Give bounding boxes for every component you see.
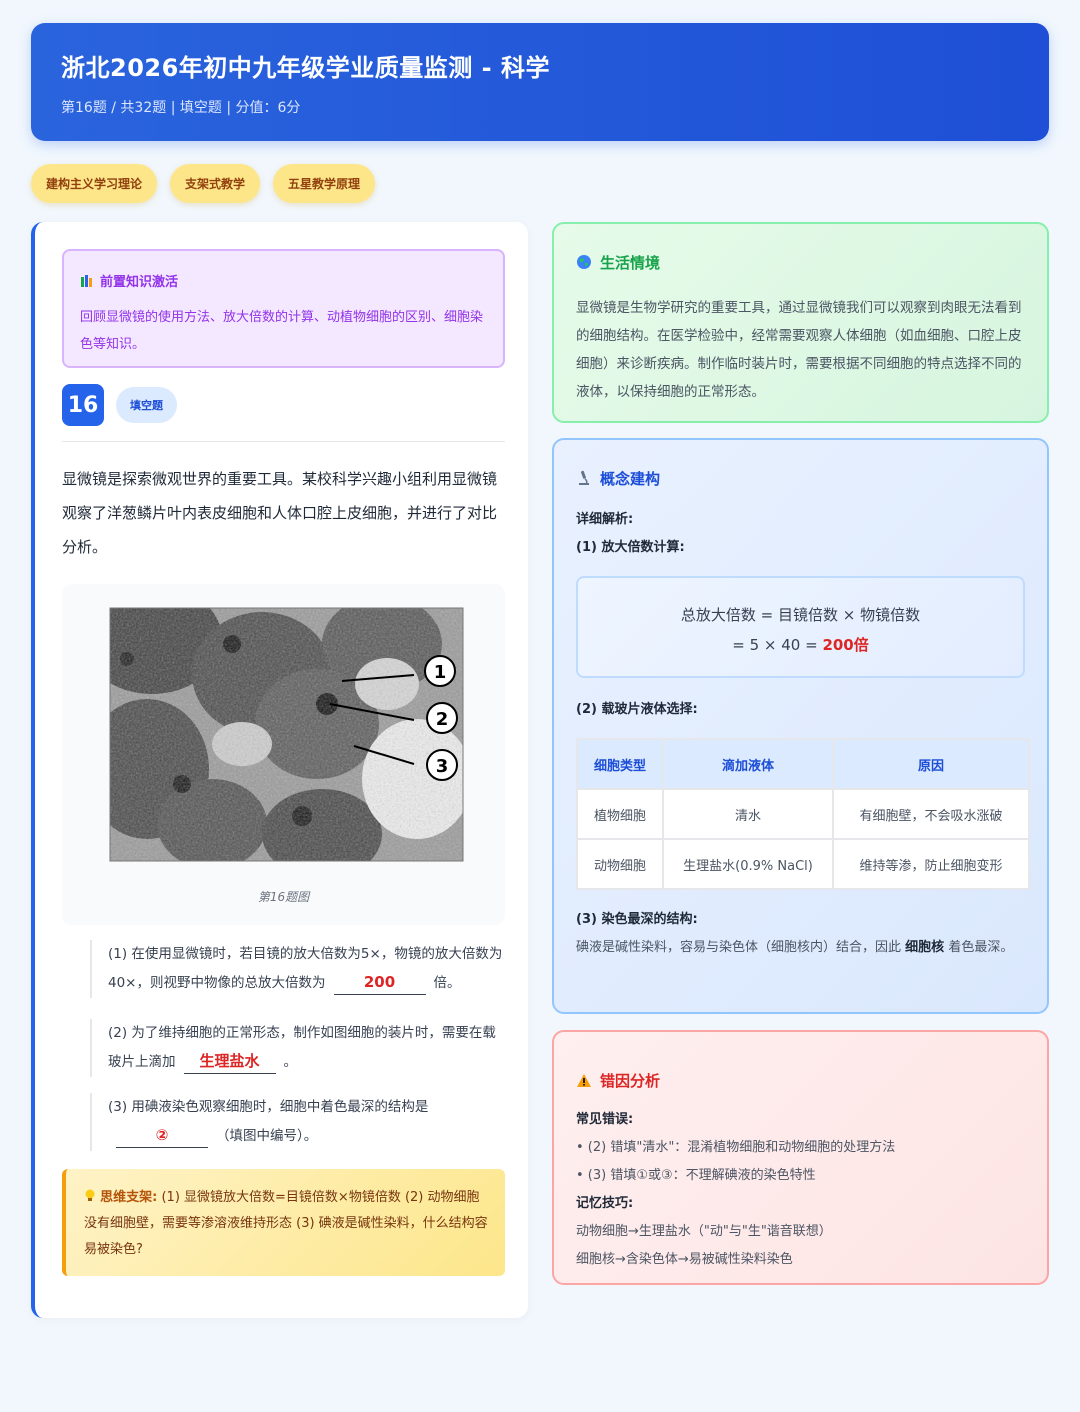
thinking-scaffold-tip: 思维支架: (1) 显微镜放大倍数=目镜倍数×物镜倍数 (2) 动物细胞没有细胞…	[62, 1169, 505, 1276]
lightbulb-icon	[84, 1189, 100, 1205]
table-row: 动物细胞 生理盐水(0.9% NaCl) 维持等渗，防止细胞变形	[578, 840, 1028, 888]
answer-blank-3[interactable]: ②	[116, 1123, 208, 1148]
list-item: 细胞核→含染色体→易被碱性染料染色	[576, 1252, 793, 1267]
tag-five-star: 五星教学原理	[273, 164, 376, 203]
tip-label: 思维支架:	[100, 1190, 158, 1205]
list-item: 动物细胞→生理盐水（"动"与"生"谐音联想）	[576, 1224, 832, 1239]
table-cell: 维持等渗，防止细胞变形	[834, 840, 1028, 888]
sub-question-2: (2) 为了维持细胞的正常形态，制作如图细胞的装片时，需要在载玻片上滴加 生理盐水…	[90, 1019, 505, 1077]
life-text: 显微镜是生物学研究的重要工具，通过显微镜我们可以观察到肉眼无法看到的细胞结构。在…	[576, 300, 1022, 400]
part3-text: 碘液是碱性染料，容易与染色体（细胞核内）结合，因此 细胞核 着色最深。	[576, 940, 1014, 955]
tag-scaffolding: 支架式教学	[170, 164, 261, 203]
list-item: • (3) 错填①或③：不理解碘液的染色特性	[576, 1168, 816, 1183]
tag-constructivism: 建构主义学习理论	[31, 164, 158, 203]
part2-label: (2) 载玻片液体选择:	[576, 702, 698, 717]
question-stem: 显微镜是探索微观世界的重要工具。某校科学兴趣小组利用显微镜观察了洋葱鳞片叶内表皮…	[62, 470, 498, 556]
life-title: 生活情境	[600, 253, 661, 272]
list-item: • (2) 错填"清水"：混淆植物细胞和动物细胞的处理方法	[576, 1140, 896, 1155]
table-header: 细胞类型	[578, 740, 662, 788]
warning-icon	[576, 1073, 592, 1088]
prior-text: 回顾显微镜的使用方法、放大倍数的计算、动植物细胞的区别、细胞染色等知识。	[80, 310, 484, 352]
svg-text:1: 1	[434, 662, 447, 683]
question-header: 16 填空题	[62, 384, 505, 442]
sub-question-3-text: (3) 用碘液染色观察细胞时，细胞中着色最深的结构是	[108, 1099, 429, 1115]
microscope-icon	[576, 470, 592, 486]
concept-card: 概念建构 详细解析: (1) 放大倍数计算: 总放大倍数 = 目镜倍数 × 物镜…	[552, 438, 1049, 1014]
globe-icon	[576, 254, 592, 270]
formula-box: 总放大倍数 = 目镜倍数 × 物镜倍数 = 5 × 40 = 200倍	[576, 576, 1025, 678]
page-subtitle: 第16题 / 共32题 | 填空题 | 分值：6分	[61, 100, 301, 116]
life-context-card: 生活情境 显微镜是生物学研究的重要工具，通过显微镜我们可以观察到肉眼无法看到的细…	[552, 222, 1049, 423]
books-icon	[80, 274, 94, 288]
formula-line-2: = 5 × 40 = 200倍	[732, 636, 869, 654]
sub-question-2-text: (2) 为了维持细胞的正常形态，制作如图细胞的装片时，需要在载玻片上滴加	[108, 1025, 496, 1070]
table-cell: 生理盐水(0.9% NaCl)	[664, 840, 832, 888]
question-number: 16	[62, 384, 104, 426]
svg-text:3: 3	[436, 756, 449, 777]
detail-label: 详细解析:	[576, 512, 634, 527]
table-cell: 植物细胞	[578, 790, 662, 838]
table-cell: 动物细胞	[578, 840, 662, 888]
error-analysis-card: 错因分析 常见错误: • (2) 错填"清水"：混淆植物细胞和动物细胞的处理方法…	[552, 1030, 1049, 1285]
prior-knowledge-box: 前置知识激活 回顾显微镜的使用方法、放大倍数的计算、动植物细胞的区别、细胞染色等…	[62, 249, 505, 368]
part3-label: (3) 染色最深的结构:	[576, 912, 698, 927]
answer-blank-1[interactable]: 200	[333, 970, 426, 995]
question-type-badge: 填空题	[116, 387, 177, 423]
table-row: 植物细胞 清水 有细胞壁，不会吸水涨破	[578, 790, 1028, 838]
nucleus-bold: 细胞核	[905, 940, 945, 955]
formula-line-1: 总放大倍数 = 目镜倍数 × 物镜倍数	[680, 606, 921, 624]
memory-tips-label: 记忆技巧:	[576, 1196, 634, 1211]
table-cell: 有细胞壁，不会吸水涨破	[834, 790, 1028, 838]
page-header: 浙北2026年初中九年级学业质量监测 - 科学 第16题 / 共32题 | 填空…	[31, 23, 1049, 141]
cell-micrograph: 1 2 3	[109, 607, 464, 862]
table-header-row: 细胞类型 滴加液体 原因	[578, 740, 1028, 788]
question-card: 前置知识激活 回顾显微镜的使用方法、放大倍数的计算、动植物细胞的区别、细胞染色等…	[31, 222, 528, 1318]
error-title: 错因分析	[600, 1071, 661, 1090]
page-title: 浙北2026年初中九年级学业质量监测 - 科学	[61, 54, 550, 82]
svg-text:2: 2	[436, 709, 449, 730]
answer-blank-2[interactable]: 生理盐水	[183, 1049, 276, 1074]
figure-caption: 第16题图	[257, 890, 310, 904]
concept-title: 概念建构	[600, 469, 661, 488]
table-header: 原因	[834, 740, 1028, 788]
formula-result: 200倍	[822, 636, 869, 654]
sub-question-1: (1) 在使用显微镜时，若目镜的放大倍数为5×，物镜的放大倍数为40×，则视野中…	[90, 940, 505, 998]
figure-box: 1 2 3 第16题图	[62, 584, 505, 925]
tag-list: 建构主义学习理论 支架式教学 五星教学原理	[31, 164, 376, 203]
common-errors-label: 常见错误:	[576, 1112, 634, 1127]
table-header: 滴加液体	[664, 740, 832, 788]
prior-title: 前置知识激活	[100, 275, 179, 290]
liquid-table: 细胞类型 滴加液体 原因 植物细胞 清水 有细胞壁，不会吸水涨破 动物细胞 生理…	[576, 738, 1030, 890]
sub-question-3: (3) 用碘液染色观察细胞时，细胞中着色最深的结构是 ② （填图中编号）。	[90, 1093, 505, 1151]
table-cell: 清水	[664, 790, 832, 838]
part1-label: (1) 放大倍数计算:	[576, 540, 685, 555]
